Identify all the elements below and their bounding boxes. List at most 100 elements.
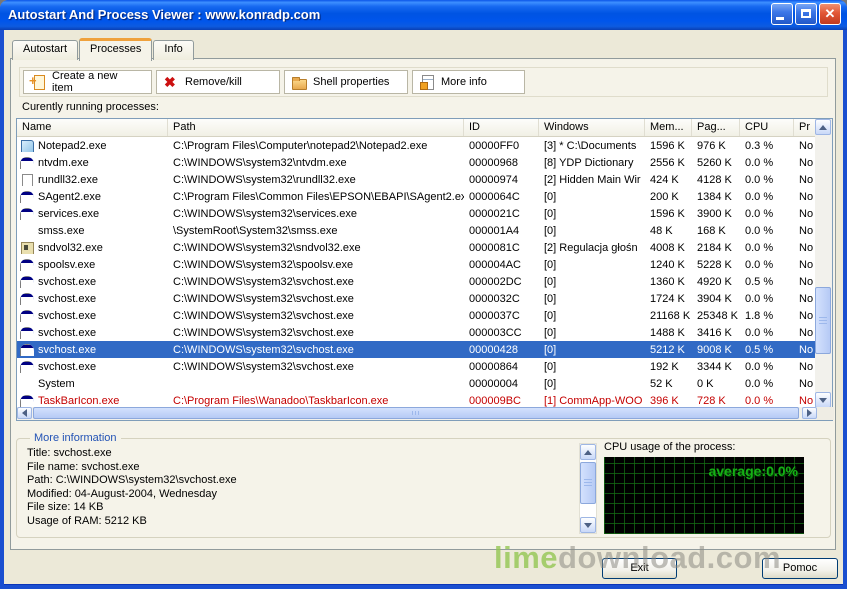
column-header-pag[interactable]: Pag... (692, 119, 740, 136)
close-icon: ✕ (820, 6, 840, 22)
table-row[interactable]: svchost.exeC:\WINDOWS\system32\svchost.e… (17, 341, 816, 358)
cell-windows: [0] (539, 327, 645, 339)
cell-id: 0000037C (464, 310, 539, 322)
vertical-scrollbar[interactable] (815, 119, 832, 409)
cell-mem: 1596 K (645, 208, 692, 220)
column-header-mem[interactable]: Mem... (645, 119, 692, 136)
cell-id: 000009BC (464, 395, 539, 407)
window-icon (20, 395, 34, 407)
cell-name: sndvol32.exe (17, 242, 168, 254)
column-header-cpu[interactable]: CPU (740, 119, 794, 136)
column-header-path[interactable]: Path (168, 119, 464, 136)
table-row[interactable]: sndvol32.exeC:\WINDOWS\system32\sndvol32… (17, 239, 816, 256)
tab-info[interactable]: Info (153, 40, 193, 60)
scroll-up-button[interactable] (815, 119, 831, 135)
column-header-id[interactable]: ID (464, 119, 539, 136)
cell-name: svchost.exe (17, 361, 168, 373)
remove-kill-button[interactable]: Remove/kill (156, 70, 280, 94)
create-new-item-button[interactable]: Create a new item (23, 70, 152, 94)
table-row[interactable]: svchost.exeC:\WINDOWS\system32\svchost.e… (17, 358, 816, 375)
cell-windows: [2] Hidden Main Wir (539, 174, 645, 186)
cell-name: services.exe (17, 208, 168, 220)
cell-pag: 25348 K (692, 310, 740, 322)
cell-pr: No (794, 310, 816, 322)
arrow-right-icon (807, 409, 812, 417)
table-row[interactable]: svchost.exe C:\WINDOWS\system32\svchost.e… (17, 307, 816, 324)
cell-windows: [0] (539, 361, 645, 373)
tab-processes[interactable]: Processes (79, 38, 152, 61)
tab-autostart[interactable]: Autostart (12, 40, 78, 60)
table-row[interactable]: Notepad2.exeC:\Program Files\Computer\no… (17, 137, 816, 154)
cell-path: C:\WINDOWS\system32\svchost.exe (168, 293, 464, 305)
table-row[interactable]: svchost.exeC:\WINDOWS\system32\svchost.e… (17, 273, 816, 290)
table-row[interactable]: services.exeC:\WINDOWS\system32\services… (17, 205, 816, 222)
table-row[interactable]: svchost.exeC:\WINDOWS\system32\svchost.e… (17, 290, 816, 307)
remove-kill-label: Remove/kill (185, 76, 242, 88)
window-icon (20, 293, 34, 305)
cell-pag: 5228 K (692, 259, 740, 271)
process-name: services.exe (38, 208, 99, 220)
details-scroll-thumb[interactable] (580, 462, 596, 504)
vertical-scroll-thumb[interactable] (815, 287, 831, 354)
minimize-icon (776, 17, 784, 20)
shell-properties-button[interactable]: Shell properties (284, 70, 408, 94)
scroll-down-button[interactable] (580, 517, 596, 533)
process-name: svchost.exe (38, 310, 96, 322)
cell-mem: 4008 K (645, 242, 692, 254)
window-icon (20, 259, 34, 271)
table-row[interactable]: spoolsv.exeC:\WINDOWS\system32\spoolsv.e… (17, 256, 816, 273)
cell-id: 000001A4 (464, 225, 539, 237)
cell-id: 000003CC (464, 327, 539, 339)
cell-path: C:\WINDOWS\system32\svchost.exe (168, 276, 464, 288)
cell-mem: 1240 K (645, 259, 692, 271)
cell-windows: [0] (539, 191, 645, 203)
cell-name: ntvdm.exe (17, 157, 168, 169)
arrow-down-icon (819, 398, 827, 403)
scroll-left-button[interactable] (17, 407, 32, 419)
scroll-up-button[interactable] (580, 444, 596, 460)
table-row[interactable]: smss.exe\SystemRoot\System32\smss.exe000… (17, 222, 816, 239)
cell-windows: [3] * C:\Documents (539, 140, 645, 152)
maximize-button[interactable] (795, 3, 817, 25)
table-row[interactable]: System00000004[0]52 K0 K0.0 %No (17, 375, 816, 392)
process-details: Title: svchost.exeFile name: svchost.exe… (27, 447, 572, 528)
volume-icon (20, 242, 34, 254)
column-header-name[interactable]: Name (17, 119, 168, 136)
minimize-button[interactable] (771, 3, 793, 25)
cell-name: spoolsv.exe (17, 259, 168, 271)
window-icon (20, 191, 34, 203)
table-row[interactable]: rundll32.exeC:\WINDOWS\system32\rundll32… (17, 171, 816, 188)
cell-cpu: 0.0 % (740, 378, 794, 390)
cell-mem: 5212 K (645, 344, 692, 356)
close-button[interactable]: ✕ (819, 3, 841, 25)
table-row[interactable]: SAgent2.exeC:\Program Files\Common Files… (17, 188, 816, 205)
cell-windows: [0] (539, 259, 645, 271)
horizontal-scroll-thumb[interactable] (33, 407, 799, 419)
cell-cpu: 0.0 % (740, 293, 794, 305)
cell-pag: 5260 K (692, 157, 740, 169)
cell-windows: [0] (539, 344, 645, 356)
cell-pag: 728 K (692, 395, 740, 407)
more-info-button[interactable]: More info (412, 70, 525, 94)
scroll-down-button[interactable] (815, 392, 831, 408)
cell-path: C:\WINDOWS\system32\svchost.exe (168, 361, 464, 373)
column-header-windows[interactable]: Windows (539, 119, 645, 136)
title-bar[interactable]: Autostart And Process Viewer : www.konra… (0, 0, 847, 30)
cell-id: 000004AC (464, 259, 539, 271)
table-row[interactable]: svchost.exeC:\WINDOWS\system32\svchost.e… (17, 324, 816, 341)
cell-mem: 48 K (645, 225, 692, 237)
table-row[interactable]: ntvdm.exeC:\WINDOWS\system32\ntvdm.exe00… (17, 154, 816, 171)
cell-path: C:\WINDOWS\system32\svchost.exe (168, 310, 464, 322)
cell-pag: 9008 K (692, 344, 740, 356)
help-button[interactable]: Pomoc (762, 558, 838, 579)
exit-button[interactable]: Exit (602, 558, 677, 579)
horizontal-scrollbar[interactable] (17, 407, 834, 420)
scroll-right-button[interactable] (802, 407, 817, 419)
cell-path: C:\Program Files\Common Files\EPSON\EBAP… (168, 191, 464, 203)
none-icon (20, 378, 34, 390)
column-header-pr[interactable]: Pr (794, 119, 816, 136)
window-icon (20, 361, 34, 373)
details-scrollbar[interactable] (579, 443, 597, 534)
toolbar: Create a new item Remove/kill Shell prop… (19, 67, 828, 97)
cell-pag: 3904 K (692, 293, 740, 305)
